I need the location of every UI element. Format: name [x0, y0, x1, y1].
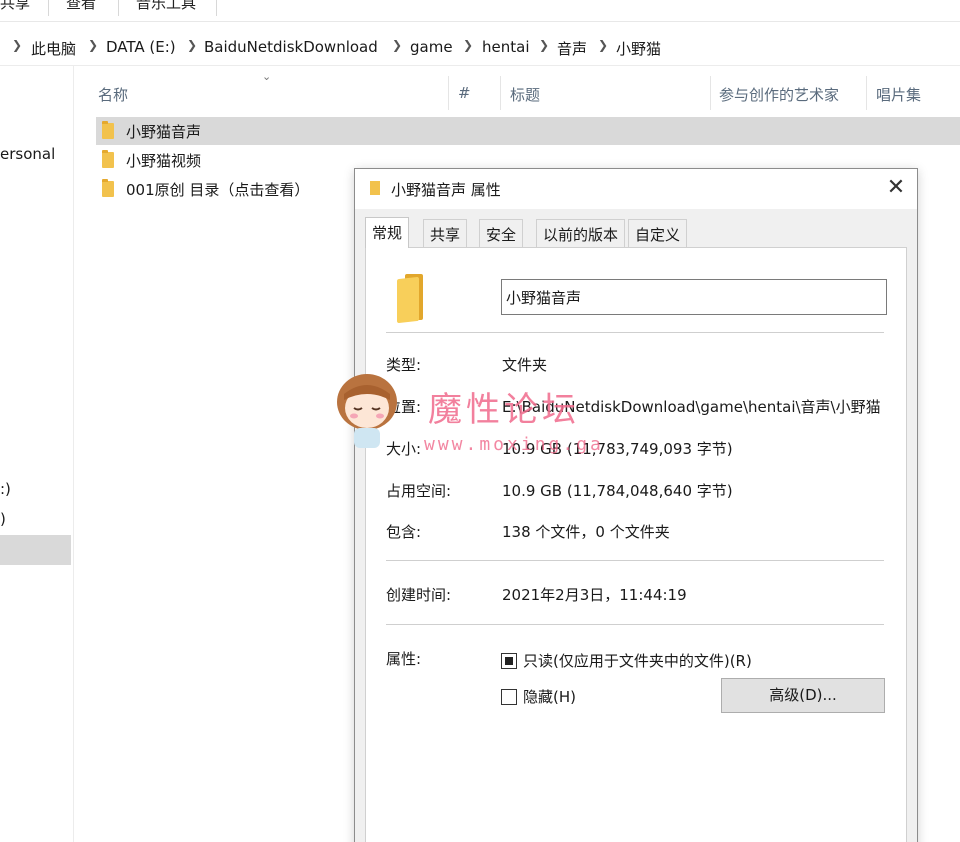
type-value: 文件夹	[502, 356, 548, 374]
ribbon-tab-view[interactable]: 查看	[66, 0, 96, 13]
divider	[386, 560, 884, 561]
hidden-checkbox[interactable]	[501, 689, 517, 705]
chevron-right-icon[interactable]: ❯	[463, 38, 473, 52]
created-label: 创建时间:	[386, 586, 452, 604]
ribbon-tabs: 共享 查看 音乐工具	[0, 0, 960, 22]
column-divider[interactable]	[448, 76, 449, 110]
readonly-label[interactable]: 只读(仅应用于文件夹中的文件)(R)	[523, 650, 752, 671]
file-name: 小野猫视频	[126, 152, 202, 170]
tab-general[interactable]: 常规	[365, 217, 410, 248]
column-header-artists[interactable]: 参与创作的艺术家	[719, 84, 839, 105]
tab-sharing[interactable]: 共享	[423, 219, 468, 248]
breadcrumb-item-hentai[interactable]: hentai	[482, 38, 529, 56]
hidden-label[interactable]: 隐藏(H)	[523, 686, 576, 707]
tab-previous-versions[interactable]: 以前的版本	[536, 219, 626, 248]
properties-dialog: 小野猫音声 属性 ✕ 常规 共享 安全 以前的版本 自定义 类型: 文件夹 位置…	[354, 168, 918, 842]
chevron-right-icon[interactable]: ❯	[539, 38, 549, 52]
column-header-number[interactable]: #	[458, 84, 471, 102]
folder-icon	[102, 179, 114, 197]
divider	[386, 332, 884, 333]
dialog-title: 小野猫音声 属性	[391, 181, 501, 199]
attributes-label: 属性:	[386, 650, 422, 668]
chevron-right-icon[interactable]: ❯	[12, 38, 22, 52]
chevron-right-icon[interactable]: ❯	[392, 38, 402, 52]
chevron-right-icon[interactable]: ❯	[598, 38, 608, 52]
chevron-right-icon[interactable]: ❯	[88, 38, 98, 52]
nav-item-personal[interactable]: ersonal	[0, 145, 55, 163]
dialog-titlebar[interactable]: 小野猫音声 属性 ✕	[355, 169, 917, 209]
ribbon-tab-music-tools[interactable]: 音乐工具	[136, 0, 196, 13]
column-divider[interactable]	[500, 76, 501, 110]
sort-caret-icon: ⌄	[262, 70, 272, 83]
nav-item-drive[interactable]: )	[0, 510, 6, 528]
breadcrumb: ❯ 此电脑 ❯ DATA (E:) ❯ BaiduNetdiskDownload…	[0, 30, 960, 66]
ribbon-divider	[48, 0, 49, 16]
tab-security[interactable]: 安全	[479, 219, 524, 248]
breadcrumb-item-audio[interactable]: 音声	[557, 38, 587, 59]
file-row-selected[interactable]: 小野猫音声	[96, 117, 960, 145]
breadcrumb-item-download-folder[interactable]: BaiduNetdiskDownload	[204, 38, 378, 56]
folder-icon	[395, 274, 425, 324]
type-label: 类型:	[386, 356, 422, 374]
folder-icon	[102, 150, 114, 168]
contains-label: 包含:	[386, 523, 422, 541]
folder-icon	[370, 181, 380, 195]
ribbon-divider	[118, 0, 119, 16]
breadcrumb-item-game[interactable]: game	[410, 38, 453, 56]
location-value[interactable]: E:\BaiduNetdiskDownload\game\hentai\音声\小…	[502, 396, 892, 417]
size-label: 大小:	[386, 440, 422, 458]
column-divider[interactable]	[710, 76, 711, 110]
file-name: 001原创 目录（点击查看）	[126, 181, 310, 199]
general-panel: 类型: 文件夹 位置: E:\BaiduNetdiskDownload\game…	[365, 247, 907, 842]
readonly-checkbox[interactable]	[501, 653, 517, 669]
folder-icon	[102, 121, 114, 139]
divider	[386, 624, 884, 625]
location-label: 位置:	[386, 398, 422, 416]
column-header-title[interactable]: 标题	[510, 84, 540, 105]
contains-value: 138 个文件，0 个文件夹	[502, 523, 670, 541]
ribbon-divider	[216, 0, 217, 16]
breadcrumb-item-drive[interactable]: DATA (E:)	[106, 38, 176, 56]
tab-customize[interactable]: 自定义	[628, 219, 688, 248]
ribbon-tab-share[interactable]: 共享	[0, 0, 30, 13]
column-header-album[interactable]: 唱片集	[876, 84, 921, 105]
breadcrumb-item-current[interactable]: 小野猫	[616, 38, 661, 59]
navigation-pane: ersonal :) )	[0, 66, 74, 842]
created-value: 2021年2月3日，11:44:19	[502, 586, 687, 604]
nav-item-drive[interactable]: :)	[0, 480, 11, 498]
column-divider[interactable]	[866, 76, 867, 110]
advanced-button[interactable]: 高级(D)...	[721, 678, 885, 713]
nav-item-selected[interactable]	[0, 535, 71, 565]
disk-size-value: 10.9 GB (11,784,048,640 字节)	[502, 482, 733, 500]
disk-size-label: 占用空间:	[386, 482, 452, 500]
breadcrumb-item-this-pc[interactable]: 此电脑	[31, 38, 76, 59]
size-value: 10.9 GB (11,783,749,093 字节)	[502, 440, 733, 458]
chevron-right-icon[interactable]: ❯	[187, 38, 197, 52]
file-name: 小野猫音声	[126, 123, 202, 141]
column-header-name[interactable]: 名称	[98, 84, 128, 105]
close-icon[interactable]: ✕	[883, 175, 909, 201]
folder-name-field[interactable]	[501, 279, 887, 315]
